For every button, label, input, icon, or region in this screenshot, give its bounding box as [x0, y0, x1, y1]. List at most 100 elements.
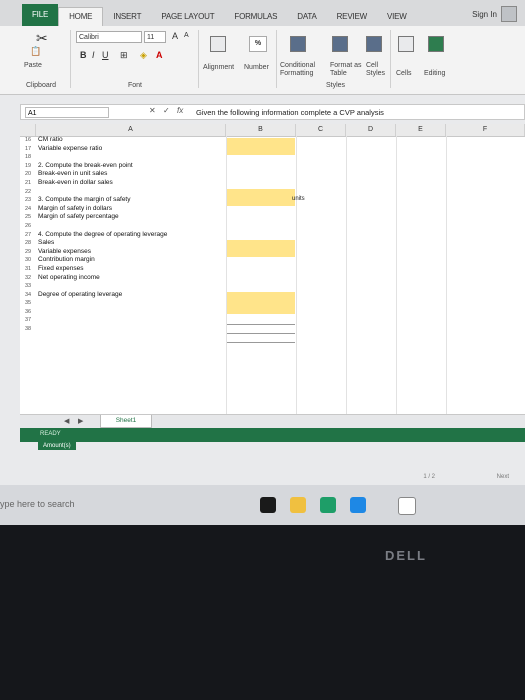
row-number[interactable]: 25 — [20, 213, 36, 222]
row-number[interactable]: 19 — [20, 162, 36, 171]
worksheet-grid[interactable]: A B C D E F units 16 CM ratio 17 Variable e… — [20, 124, 525, 414]
column-header-e[interactable]: E — [396, 124, 446, 136]
chrome-icon[interactable] — [350, 497, 366, 513]
alignment-icon[interactable] — [210, 36, 226, 52]
font-name-select[interactable]: Calibri — [76, 31, 142, 43]
row-number[interactable]: 32 — [20, 274, 36, 283]
row-number[interactable]: 27 — [20, 231, 36, 240]
table-row[interactable]: 28 Sales — [20, 239, 525, 248]
table-row[interactable]: 31 Fixed expenses — [20, 265, 525, 274]
enter-icon[interactable]: ✓ — [163, 106, 170, 115]
shrink-font-icon[interactable]: A — [184, 32, 189, 39]
row-number[interactable]: 29 — [20, 248, 36, 257]
cancel-icon[interactable]: ✕ — [149, 106, 156, 115]
tab-page-layout[interactable]: PAGE LAYOUT — [151, 8, 224, 26]
italic-icon[interactable]: I — [92, 50, 95, 60]
table-row[interactable]: 18 — [20, 153, 525, 162]
table-row[interactable]: 30 Contribution margin — [20, 256, 525, 265]
tab-home[interactable]: HOME — [58, 7, 104, 26]
row-label: Break-even in unit sales — [38, 170, 108, 178]
table-row[interactable]: 32 Net operating income — [20, 274, 525, 283]
edge-icon[interactable] — [260, 497, 276, 513]
row-number[interactable]: 26 — [20, 222, 36, 231]
sheet-tab-sheet1[interactable]: Sheet1 — [100, 415, 152, 428]
table-row[interactable]: 38 — [20, 325, 525, 334]
column-header-a[interactable]: A — [36, 124, 226, 136]
table-row[interactable]: 19 2. Compute the break-even point — [20, 162, 525, 171]
fill-color-icon[interactable]: ◈ — [140, 50, 147, 61]
folder-icon[interactable] — [290, 497, 306, 513]
row-number[interactable]: 18 — [20, 153, 36, 162]
row-number[interactable]: 20 — [20, 170, 36, 179]
row-number[interactable]: 24 — [20, 205, 36, 214]
name-box[interactable]: A1 — [25, 107, 109, 118]
table-row[interactable]: 27 4. Compute the degree of operating lev… — [20, 231, 525, 240]
select-all[interactable] — [20, 124, 36, 136]
scroll-right-icon[interactable]: ▶ — [78, 417, 83, 425]
tab-data[interactable]: DATA — [287, 8, 326, 26]
formula-input[interactable]: Given the following information complete… — [196, 108, 384, 117]
conditional-formatting-icon[interactable] — [290, 36, 306, 52]
function-icon[interactable]: fx — [177, 106, 183, 115]
tab-review[interactable]: REVIEW — [327, 8, 377, 26]
cells-icon[interactable] — [398, 36, 414, 52]
paste-icon[interactable]: 📋 — [30, 46, 41, 57]
tab-insert[interactable]: INSERT — [103, 8, 151, 26]
column-header-c[interactable]: C — [296, 124, 346, 136]
table-row[interactable]: 37 — [20, 316, 525, 325]
scroll-left-icon[interactable]: ◀ — [64, 417, 69, 425]
table-row[interactable]: 26 — [20, 222, 525, 231]
column-header-f[interactable]: F — [446, 124, 525, 136]
table-row[interactable]: 24 Margin of safety in dollars — [20, 205, 525, 214]
row-number[interactable]: 34 — [20, 291, 36, 300]
table-row[interactable]: 20 Break-even in unit sales — [20, 170, 525, 179]
format-as-table-icon[interactable] — [332, 36, 348, 52]
row-number[interactable]: 21 — [20, 179, 36, 188]
font-size-select[interactable]: 11 — [144, 31, 166, 43]
bold-icon[interactable]: B — [80, 50, 87, 60]
shield-icon[interactable] — [320, 497, 336, 513]
amount-chip[interactable]: Amount(s) — [38, 442, 76, 450]
tab-view[interactable]: VIEW — [377, 8, 417, 26]
app-icon[interactable] — [398, 497, 416, 515]
table-row[interactable]: 36 — [20, 308, 525, 317]
column-header-b[interactable]: B — [226, 124, 296, 136]
row-number[interactable]: 37 — [20, 316, 36, 325]
table-row[interactable]: 35 — [20, 299, 525, 308]
editing-icon[interactable] — [428, 36, 444, 52]
table-row[interactable]: 21 Break-even in dollar sales — [20, 179, 525, 188]
tab-formulas[interactable]: FORMULAS — [224, 8, 287, 26]
percent-icon[interactable]: % — [249, 36, 267, 52]
row-number[interactable]: 31 — [20, 265, 36, 274]
next-button[interactable]: Next — [497, 474, 509, 480]
cell-styles-icon[interactable] — [366, 36, 382, 52]
font-group-label: Font — [128, 82, 143, 89]
row-number[interactable]: 33 — [20, 282, 36, 291]
table-row[interactable]: 17 Variable expense ratio — [20, 145, 525, 154]
grow-font-icon[interactable]: A — [172, 31, 178, 41]
taskbar-search[interactable]: ype here to search — [0, 499, 75, 509]
table-row[interactable]: 33 — [20, 282, 525, 291]
borders-icon[interactable]: ⊞ — [120, 50, 128, 61]
underline-icon[interactable]: U — [102, 50, 109, 60]
table-row[interactable]: 22 — [20, 188, 525, 197]
row-number[interactable]: 36 — [20, 308, 36, 317]
row-number[interactable]: 35 — [20, 299, 36, 308]
row-number[interactable]: 22 — [20, 188, 36, 197]
table-row[interactable]: 25 Margin of safety percentage — [20, 213, 525, 222]
column-header-d[interactable]: D — [346, 124, 396, 136]
row-number[interactable]: 23 — [20, 196, 36, 205]
tab-file[interactable]: FILE — [22, 4, 59, 26]
sign-in[interactable]: Sign In — [472, 6, 517, 22]
row-number[interactable]: 16 — [20, 136, 36, 145]
table-row[interactable]: 23 3. Compute the margin of safety — [20, 196, 525, 205]
font-color-icon[interactable]: A — [156, 50, 163, 60]
row-number[interactable]: 30 — [20, 256, 36, 265]
row-number[interactable]: 17 — [20, 145, 36, 154]
table-row[interactable]: 29 Variable expenses — [20, 248, 525, 257]
table-row[interactable]: 16 CM ratio — [20, 136, 525, 145]
row-number[interactable]: 38 — [20, 325, 36, 334]
table-row[interactable]: 34 Degree of operating leverage — [20, 291, 525, 300]
cut-icon[interactable]: ✂ — [36, 30, 48, 47]
row-number[interactable]: 28 — [20, 239, 36, 248]
